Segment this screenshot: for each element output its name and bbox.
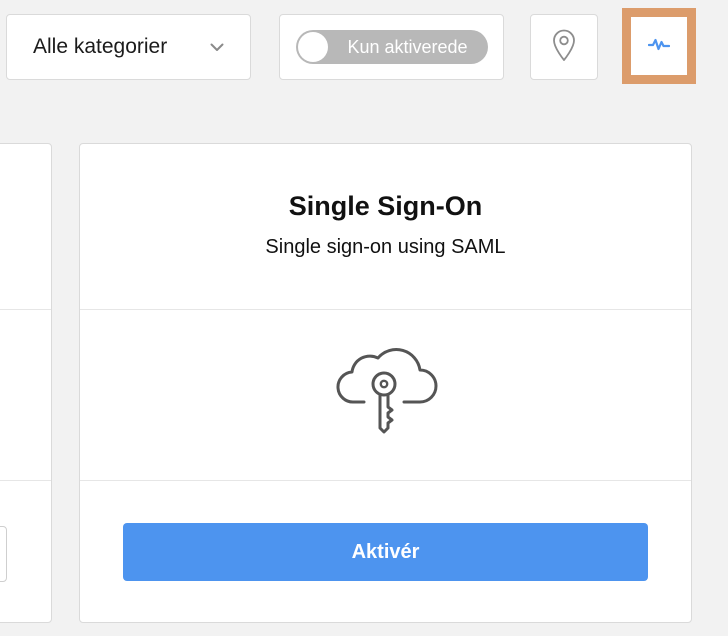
active-only-toggle[interactable]: Kun aktiverede <box>295 30 488 64</box>
integration-card-sso: Single Sign-On Single sign-on using SAML… <box>79 143 692 623</box>
category-select[interactable]: Alle kategorier <box>6 14 251 80</box>
cloud-key-icon <box>334 344 438 439</box>
active-only-toggle-label: Kun aktiverede <box>347 36 468 57</box>
activity-button[interactable] <box>622 8 696 84</box>
integration-card-partial <box>0 143 52 623</box>
map-pin-icon <box>551 28 577 67</box>
card-divider <box>0 480 51 481</box>
card-title: Single Sign-On <box>288 191 483 221</box>
active-only-filter: Kun aktiverede <box>279 14 504 80</box>
category-select-value: Alle kategorier <box>33 35 168 58</box>
activate-button[interactable]: Aktivér <box>123 523 648 581</box>
card-divider <box>0 309 51 310</box>
partial-card-button[interactable] <box>0 526 7 582</box>
chevron-down-icon <box>208 38 226 56</box>
toggle-knob <box>297 32 328 62</box>
activity-icon <box>647 37 671 56</box>
card-divider <box>80 309 691 310</box>
card-subtitle: Single sign-on using SAML <box>265 236 506 258</box>
card-divider <box>80 480 691 481</box>
location-button[interactable] <box>530 14 598 80</box>
